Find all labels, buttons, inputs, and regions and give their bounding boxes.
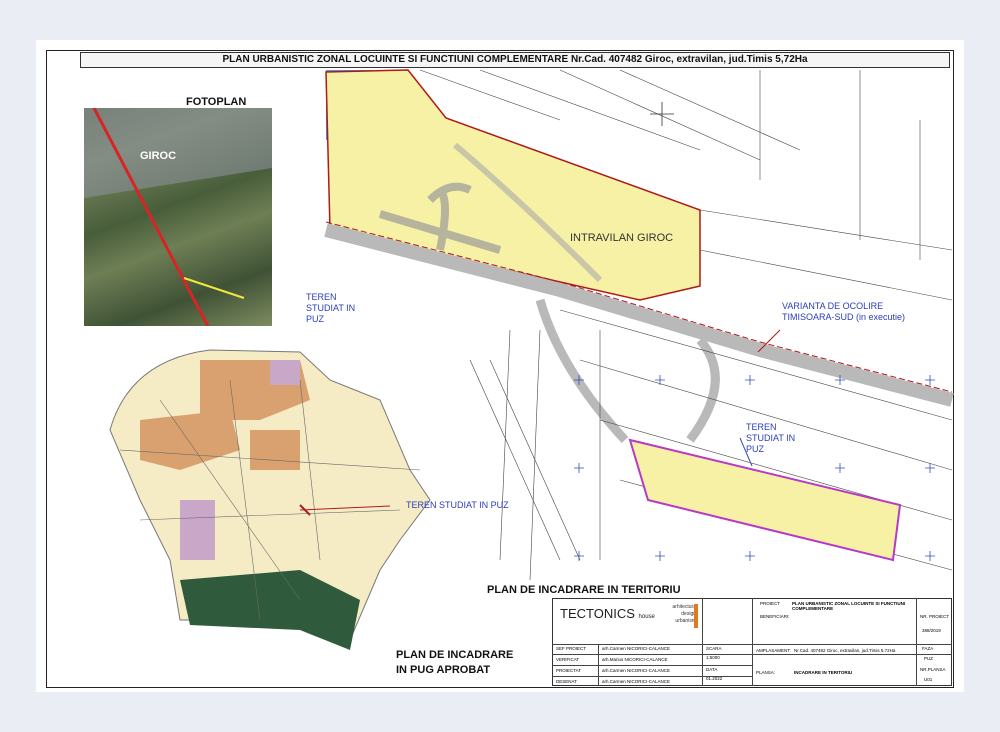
tb-nr-plansa-label: NR.PLANSA (920, 667, 946, 672)
tb-scara-value: 1:5000 (706, 655, 720, 660)
varianta-ocolire-label: VARIANTA DE OCOLIRE TIMISOARA-SUD (in ex… (782, 301, 906, 322)
teren-studiat-photo-label: TEREN STUDIAT IN PUZ (306, 292, 356, 324)
teren-studiat-pug-label: TEREN STUDIAT IN PUZ (406, 500, 509, 510)
tb-plansa-label: PLANSA: (756, 670, 776, 675)
company-name: TECTONICS (560, 606, 635, 621)
logo-tagline: arhitectura design urbanism (672, 604, 696, 624)
tb-line-3 (552, 665, 752, 666)
tb-beneficiar-label: BENEFICIARI: (760, 614, 790, 619)
intravilan-giroc-zone (325, 69, 701, 301)
pug-orange-zone-3 (250, 430, 300, 470)
logo-accent-bar (694, 604, 698, 628)
tb-amplasament-label: AMPLASAMENT: (756, 648, 791, 653)
tb-nr-plansa-value: U01 (924, 677, 933, 682)
tb-verificat-name: arh.Marius NICORICI-CALANCE (602, 657, 668, 662)
tb-nr-project-value: 388/2019 (922, 628, 941, 633)
fotoplan-heading: FOTOPLAN (186, 96, 247, 108)
tb-proiectat-name: arh.Carmen NICORICI-CALANCE (602, 668, 671, 673)
secondary-road (535, 298, 629, 444)
tb-sef-label: SEF PROIECT (556, 646, 587, 651)
tb-amplasament-value: Nr.Cad. 407482 Giroc, extravilan, jud.Ti… (794, 648, 896, 653)
plan-teritoriu-heading: PLAN DE INCADRARE IN TERITORIU (487, 584, 681, 596)
plan-pug-line1: PLAN DE INCADRARE (396, 649, 514, 661)
tb-proiectat-label: PROIECTAT (556, 668, 582, 673)
tb-desenat-label: DESENAT (556, 679, 577, 684)
teren-studiat-main-label: TEREN STUDIAT IN PUZ (746, 422, 796, 454)
plan-pug-heading: PLAN DE INCADRARE IN PUG APROBAT (396, 648, 513, 678)
pug-purple-zone (180, 500, 215, 560)
tb-data-value: 01.2022 (706, 676, 723, 681)
intravilan-label: INTRAVILAN GIROC (570, 232, 674, 244)
company-logo: TECTONICS house (560, 606, 655, 621)
fotoplan-town-label: GIROC (140, 150, 177, 162)
tb-scara-label: SCARA (706, 646, 722, 651)
tb-plansa-value: INCADRARE IN TERITORIU (794, 670, 853, 675)
tb-verificat-label: VERIFICAT (556, 657, 580, 662)
fotoplan-aerial-image (84, 108, 272, 326)
fotoplan-direction-label: spre Timisoara (90, 93, 130, 99)
tb-nr-project-label: NR. PROIECT (920, 614, 950, 619)
tb-data-label: DATA (706, 667, 718, 672)
tb-vline-2 (702, 598, 703, 686)
tb-vline-4 (916, 598, 917, 686)
tb-vline-3 (752, 598, 753, 686)
tb-desenat-name: arh.Carmen NICORICI-CALANCE (602, 679, 671, 684)
tb-faza-value: PUZ (924, 656, 933, 661)
company-suffix: house (638, 614, 655, 620)
pug-purple-zone-2 (270, 360, 300, 385)
plan-pug-line2: IN PUG APROBAT (396, 664, 491, 676)
studied-site-parcel (628, 438, 902, 562)
tb-sef-name: arh.Carmen NICORICI-CALANCE (602, 646, 671, 651)
tb-faza-label: FAZA (922, 646, 934, 651)
tb-project-value: PLAN URBANISTIC ZONAL LOCUINTE SI FUNCTI… (792, 601, 906, 611)
connector-road (686, 337, 720, 443)
fotoplan-overlay (84, 108, 272, 326)
tb-project-label: PROIECT (760, 601, 781, 606)
tb-vline-1 (598, 644, 599, 686)
